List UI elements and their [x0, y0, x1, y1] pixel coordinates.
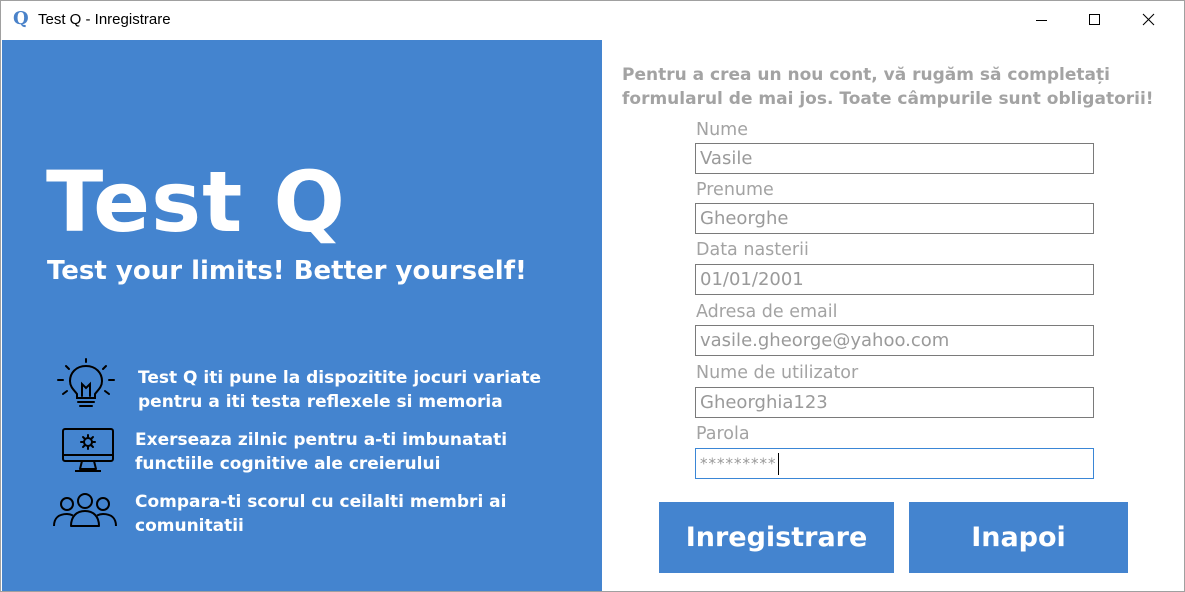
label-nume: Nume	[696, 120, 748, 140]
email-input[interactable]: vasile.gheorge@yahoo.com	[695, 325, 1094, 356]
password-input[interactable]: *********	[695, 448, 1094, 479]
title-bar[interactable]: Q Test Q - Inregistrare	[1, 1, 1184, 39]
back-button[interactable]: Inapoi	[909, 502, 1128, 573]
label-username: Nume de utilizator	[696, 363, 859, 383]
brand-tagline: Test your limits! Better yourself!	[47, 256, 527, 286]
label-data-nasterii: Data nasterii	[696, 240, 809, 260]
username-input[interactable]: Gheorghia123	[695, 387, 1094, 418]
birthdate-input[interactable]: 01/01/2001	[695, 264, 1094, 295]
text-caret	[777, 453, 779, 475]
feature-text: Compara-ti scorul cu ceilalti membri ai …	[135, 492, 507, 536]
minimize-button[interactable]	[1019, 1, 1065, 39]
app-logo-icon: Q	[13, 8, 29, 29]
maximize-button[interactable]	[1072, 1, 1118, 39]
form-instructions: Pentru a crea un nou cont, vă rugăm să c…	[622, 65, 1154, 109]
users-group-icon	[53, 493, 117, 527]
feature-item: Test Q iti pune la dispozitite jocuri va…	[2, 358, 602, 418]
label-parola: Parola	[696, 424, 750, 444]
register-button[interactable]: Inregistrare	[659, 502, 894, 573]
monitor-gear-icon	[62, 428, 114, 472]
prenume-input[interactable]: Gheorghe	[695, 203, 1094, 234]
nume-input[interactable]: Vasile	[695, 143, 1094, 174]
minimize-icon	[1036, 20, 1047, 21]
password-mask: *********	[700, 454, 777, 473]
close-icon	[1142, 13, 1155, 26]
label-prenume: Prenume	[696, 180, 774, 200]
maximize-icon	[1089, 14, 1100, 25]
feature-text: Exerseaza zilnic pentru a-ti imbunatati …	[135, 430, 508, 474]
feature-text: Test Q iti pune la dispozitite jocuri va…	[138, 368, 542, 412]
window-title: Test Q - Inregistrare	[38, 11, 171, 28]
feature-item: Compara-ti scorul cu ceilalti membri ai …	[2, 490, 602, 550]
lightbulb-icon	[57, 358, 115, 407]
registration-window: Q Test Q - Inregistrare Test Q Test your…	[0, 0, 1185, 592]
feature-item: Exerseaza zilnic pentru a-ti imbunatati …	[2, 426, 602, 486]
label-email: Adresa de email	[696, 302, 838, 322]
registration-form: Pentru a crea un nou cont, vă rugăm să c…	[602, 40, 1184, 591]
close-button[interactable]	[1126, 1, 1172, 39]
brand-title: Test Q	[46, 153, 346, 251]
branding-panel: Test Q Test your limits! Better yourself…	[2, 40, 602, 591]
